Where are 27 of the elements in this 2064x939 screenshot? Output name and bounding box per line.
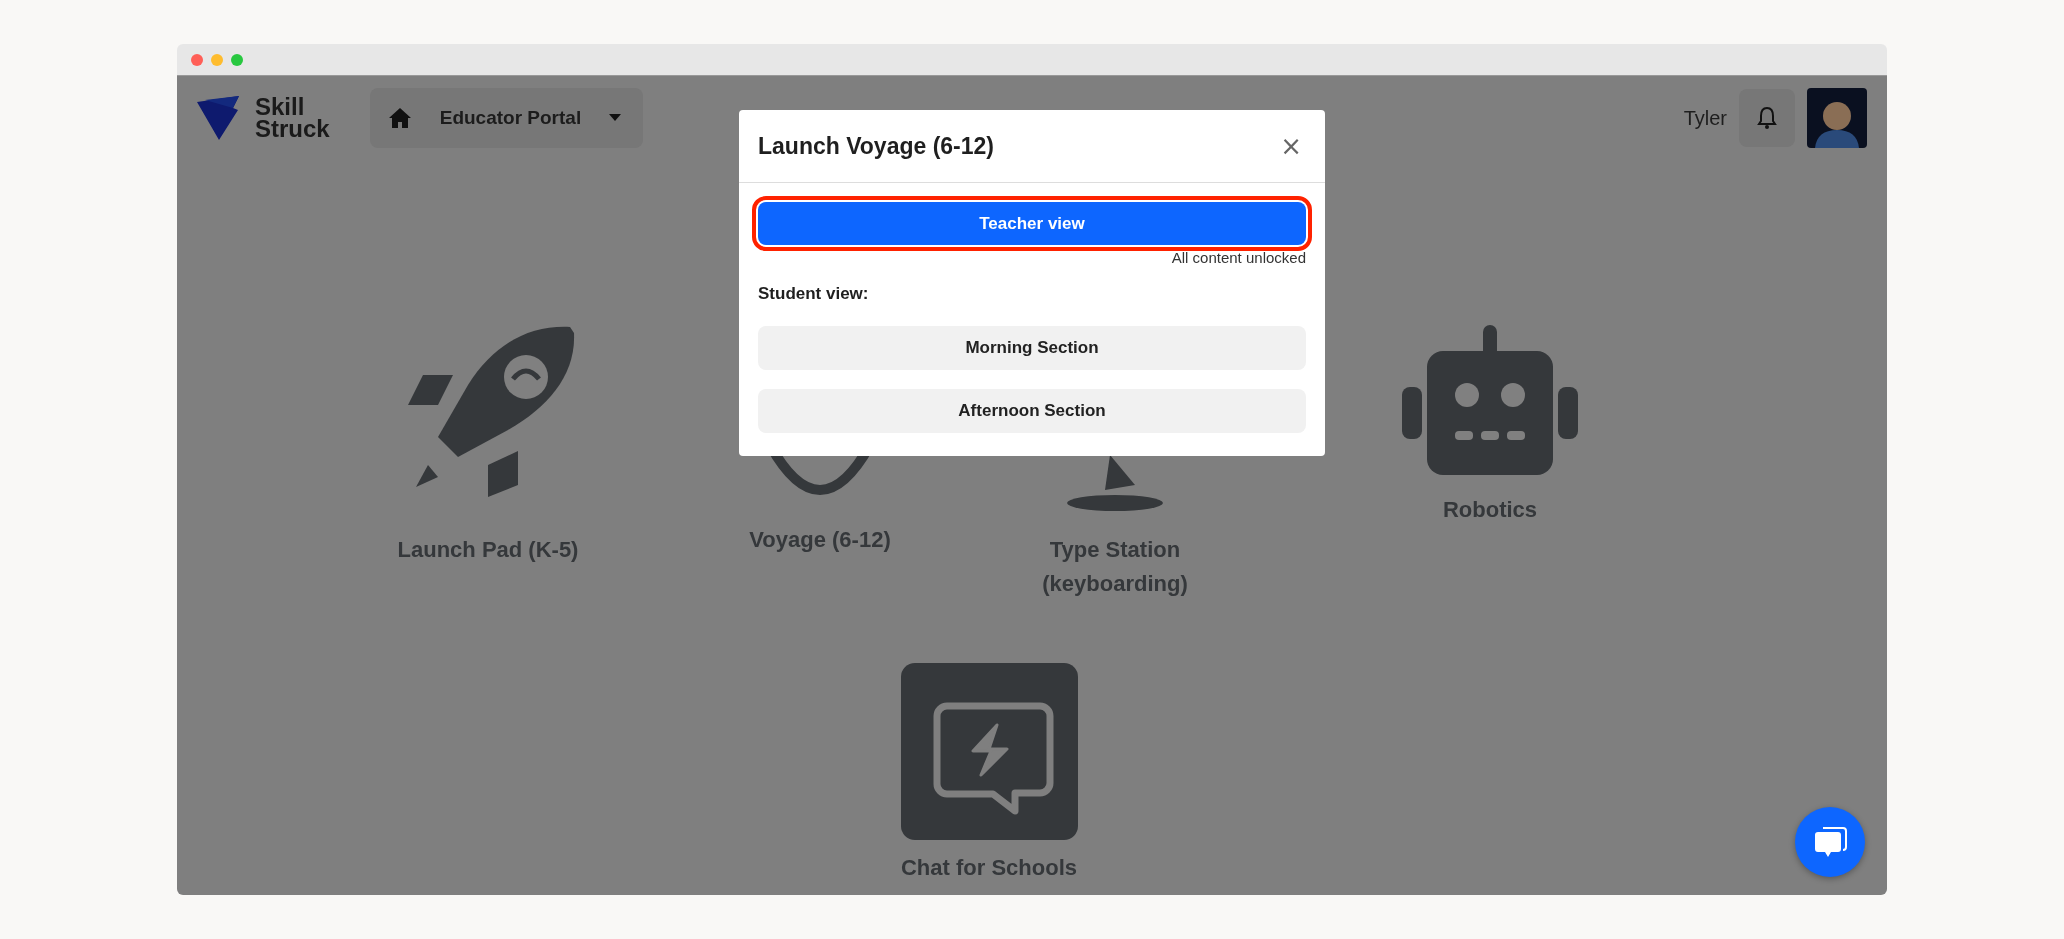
portal-menu[interactable]: Educator Portal bbox=[369, 88, 644, 148]
robot-icon bbox=[1400, 325, 1580, 475]
app-label[interactable]: Chat for Schools bbox=[859, 854, 1119, 882]
app-label[interactable]: Voyage (6-12) bbox=[720, 523, 920, 557]
dialog-title: Launch Voyage (6-12) bbox=[758, 132, 995, 160]
logo-icon bbox=[197, 96, 241, 140]
user-name: Tyler bbox=[1683, 106, 1727, 130]
student-view-heading: Student view: bbox=[758, 284, 870, 304]
notifications-button[interactable] bbox=[1739, 89, 1795, 147]
bell-icon bbox=[1757, 106, 1777, 130]
app-label[interactable]: Robotics bbox=[1390, 493, 1590, 527]
section-button[interactable]: Morning Section bbox=[758, 326, 1306, 370]
window-zoom-dot[interactable] bbox=[231, 53, 243, 66]
close-button[interactable]: × bbox=[1276, 131, 1306, 161]
avatar[interactable] bbox=[1807, 88, 1867, 148]
home-icon bbox=[387, 107, 412, 129]
section-button[interactable]: Afternoon Section bbox=[758, 389, 1306, 433]
app-label[interactable]: Launch Pad (K-5) bbox=[388, 533, 588, 567]
window-minimize-dot[interactable] bbox=[211, 53, 223, 66]
logo-text: Skill Struck bbox=[255, 96, 330, 140]
window-close-dot[interactable] bbox=[191, 53, 203, 66]
caret-icon bbox=[609, 114, 622, 122]
app-label[interactable]: Type Station (keyboarding) bbox=[1015, 533, 1215, 601]
teacher-note: All content unlocked bbox=[1171, 249, 1306, 266]
chat-button[interactable] bbox=[1795, 807, 1865, 877]
chat-icon bbox=[900, 663, 1078, 840]
chat-bubbles-icon bbox=[1813, 825, 1847, 859]
